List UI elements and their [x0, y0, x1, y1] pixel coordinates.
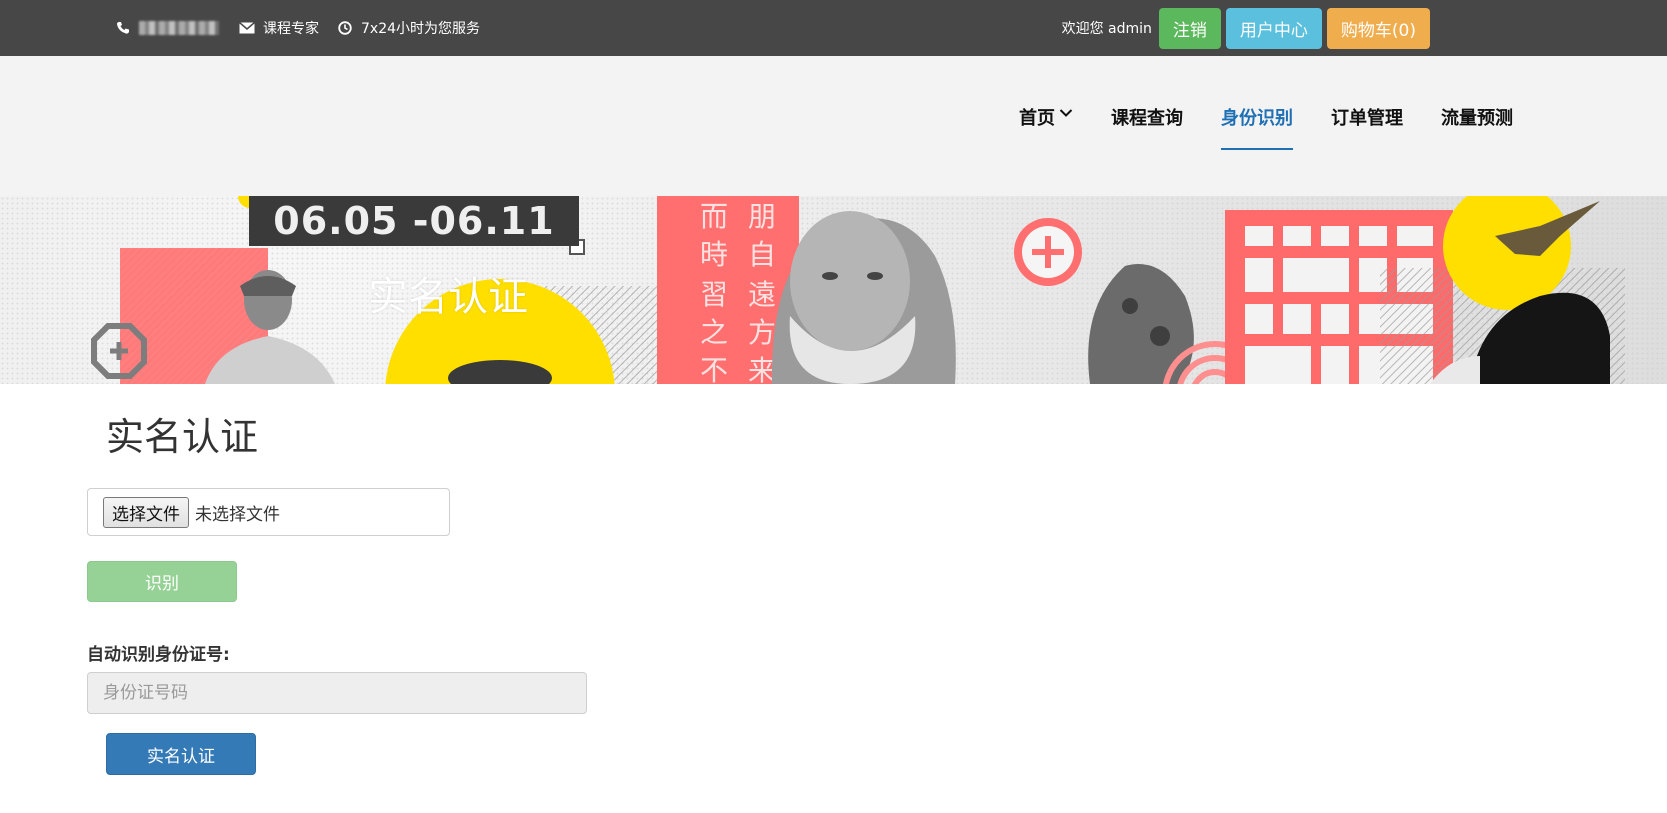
svg-text:自: 自 [748, 238, 776, 271]
user-area: 欢迎您 admin 注销 用户中心 购物车(0) [1061, 7, 1430, 49]
phone-icon [115, 20, 131, 36]
svg-text:方: 方 [748, 316, 776, 349]
banner-date: 06.05 -06.11 [249, 196, 579, 246]
nav-item-label: 订单管理 [1331, 108, 1403, 129]
envelope-icon [239, 20, 255, 36]
nav-item-label: 课程查询 [1111, 108, 1183, 129]
file-status-text: 未选择文件 [195, 504, 280, 525]
banner-title: 实名认证 [368, 274, 528, 320]
top-bar: 课程专家 7x24小时为您服务 欢迎您 admin 注销 用户中心 购物车(0) [0, 0, 1667, 56]
nav-item-traffic-forecast[interactable]: 流量预测 [1441, 104, 1513, 150]
main-nav: 首页 课程查询 身份识别 订单管理 流量预测 [1019, 104, 1513, 150]
nav-item-label: 身份识别 [1221, 108, 1293, 129]
svg-text:不: 不 [700, 354, 728, 384]
welcome-text: 欢迎您 admin [1061, 21, 1152, 37]
svg-text:来: 来 [748, 354, 776, 384]
nav-item-course-search[interactable]: 课程查询 [1111, 104, 1183, 150]
file-upload-field[interactable]: 选择文件 未选择文件 [87, 488, 450, 536]
recognize-button[interactable]: 识别 [87, 561, 237, 602]
clock-icon [337, 20, 353, 36]
svg-text:習: 習 [700, 278, 728, 311]
svg-text:而: 而 [700, 200, 728, 233]
svg-text:之: 之 [700, 316, 728, 349]
main-content: 实名认证 选择文件 未选择文件 识别 自动识别身份证号: 实名认证 [0, 384, 1667, 813]
svg-text:遠: 遠 [748, 278, 776, 311]
contact-info: 课程专家 7x24小时为您服务 [115, 0, 490, 56]
cart-button[interactable]: 购物车(0) [1326, 7, 1430, 49]
nav-item-label: 首页 [1019, 108, 1055, 129]
page-title: 实名认证 [106, 415, 259, 459]
verify-identity-button[interactable]: 实名认证 [106, 733, 256, 775]
svg-text:時: 時 [700, 238, 728, 271]
site-header: 首页 课程查询 身份识别 订单管理 流量预测 [0, 56, 1667, 196]
logout-button[interactable]: 注销 [1158, 7, 1221, 49]
nav-item-orders[interactable]: 订单管理 [1331, 104, 1403, 150]
nav-item-home[interactable]: 首页 [1019, 104, 1073, 150]
user-center-button[interactable]: 用户中心 [1225, 7, 1322, 49]
service-hours-text: 7x24小时为您服务 [361, 21, 481, 37]
nav-item-identity[interactable]: 身份识别 [1221, 104, 1293, 150]
chevron-down-icon [1059, 108, 1073, 118]
id-number-input[interactable] [87, 672, 587, 714]
nav-item-label: 流量预测 [1441, 108, 1513, 129]
email-text: 课程专家 [263, 21, 319, 37]
hero-banner: 而 時 習 之 不 朋 自 遠 方 来 06.05 -06.11 实名认证 [0, 196, 1667, 384]
choose-file-button[interactable]: 选择文件 [103, 496, 189, 528]
id-number-label: 自动识别身份证号: [87, 645, 230, 665]
phone-number-redacted [139, 21, 219, 35]
svg-text:朋: 朋 [748, 200, 776, 233]
